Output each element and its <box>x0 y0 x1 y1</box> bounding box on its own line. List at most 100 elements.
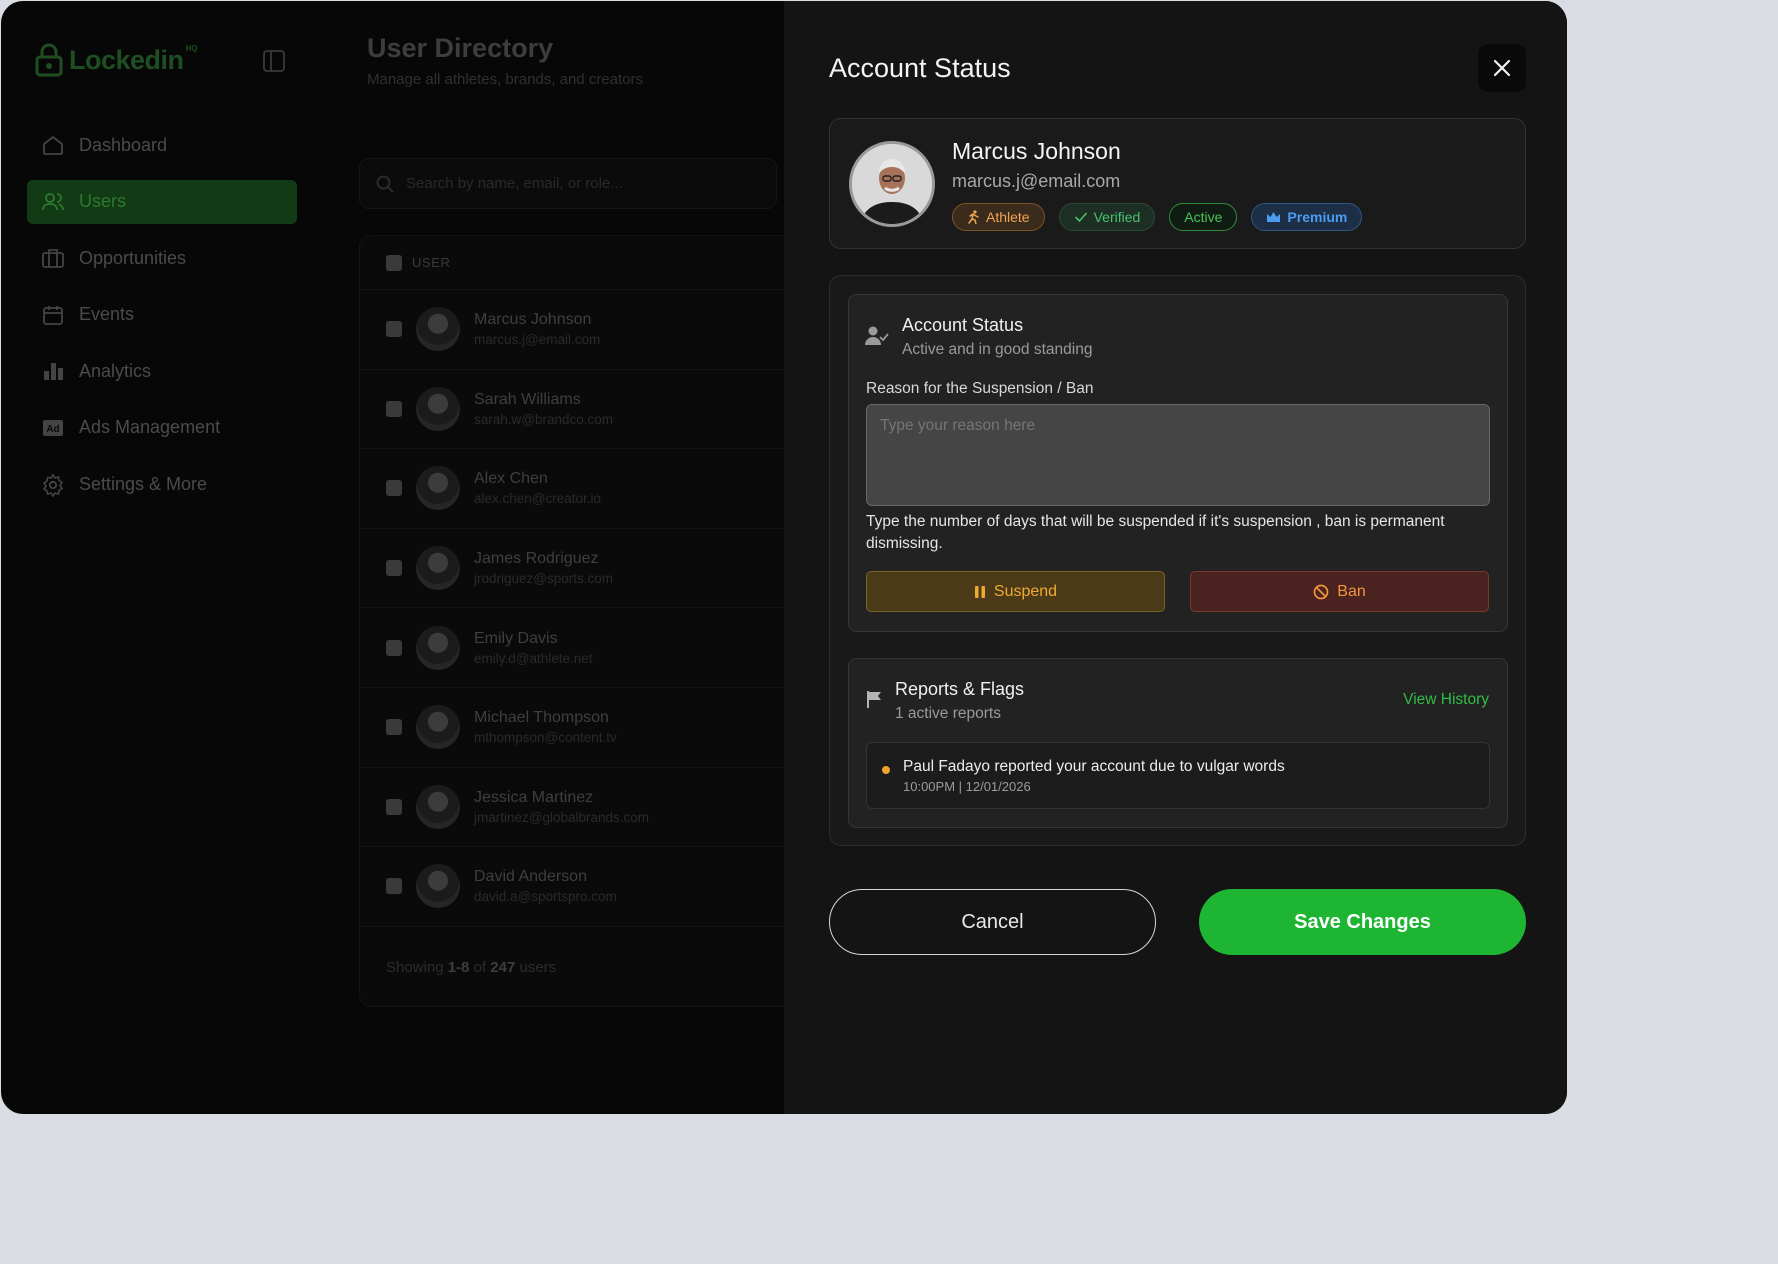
sidebar-item-ads-management[interactable]: Ad Ads Management <box>27 406 297 450</box>
sidebar-item-dashboard[interactable]: Dashboard <box>27 123 297 167</box>
reports-count: 1 active reports <box>895 705 1001 722</box>
avatar <box>416 307 460 352</box>
row-checkbox[interactable] <box>386 321 402 338</box>
avatar <box>416 625 460 670</box>
sidebar-item-settings[interactable]: Settings & More <box>27 463 297 507</box>
role-badge: Athlete <box>952 203 1045 231</box>
row-checkbox[interactable] <box>386 400 402 417</box>
sidebar-item-label: Opportunities <box>79 247 187 268</box>
gear-icon <box>42 473 64 497</box>
table-row[interactable]: Alex Chen alex.chen@creator.io <box>360 449 798 529</box>
user-email: emily.d@athlete.net <box>474 650 593 666</box>
premium-badge: Premium <box>1251 203 1363 231</box>
sidebar-toggle-button[interactable] <box>263 50 285 72</box>
ad-icon: Ad <box>43 419 63 436</box>
close-icon <box>1493 59 1511 77</box>
suspend-button[interactable]: Suspend <box>866 571 1165 612</box>
panel-title: Account Status <box>829 53 1011 83</box>
section-subtitle: Active and in good standing <box>902 341 1093 358</box>
avatar <box>416 864 460 909</box>
sidebar-item-label: Events <box>79 304 135 325</box>
logo-text: Lockedin <box>69 44 184 75</box>
report-timestamp: 10:00PM | 12/01/2026 <box>903 779 1031 794</box>
ban-button[interactable]: Ban <box>1190 571 1489 612</box>
row-checkbox[interactable] <box>386 639 402 656</box>
user-name: Alex Chen <box>474 470 548 488</box>
table-row[interactable]: Sarah Williams sarah.w@brandco.com <box>360 370 798 450</box>
row-checkbox[interactable] <box>386 560 402 577</box>
sidebar: Lockedin HQ Dashboard Users Opportunitie… <box>1 1 321 1114</box>
save-changes-button[interactable]: Save Changes <box>1199 889 1526 955</box>
user-email: marcus.j@email.com <box>952 171 1121 191</box>
user-name: David Anderson <box>474 868 587 886</box>
table-row[interactable]: David Anderson david.a@sportspro.com <box>360 847 798 927</box>
pagination-prefix: Showing <box>386 959 444 976</box>
avatar <box>416 784 460 829</box>
status-details-container: Account Status Active and in good standi… <box>829 275 1526 846</box>
sidebar-item-events[interactable]: Events <box>27 293 297 337</box>
table-row[interactable]: Emily Davis emily.d@athlete.net <box>360 608 798 688</box>
logo: Lockedin HQ <box>35 43 202 77</box>
reason-hint: Type the number of days that will be sus… <box>866 513 1445 552</box>
verified-badge-label: Verified <box>1093 209 1141 225</box>
user-check-icon <box>865 325 889 352</box>
reports-section: Reports & Flags 1 active reports View Hi… <box>848 658 1508 828</box>
row-checkbox[interactable] <box>386 480 402 497</box>
premium-badge-label: Premium <box>1287 209 1348 225</box>
home-icon <box>43 135 63 155</box>
row-checkbox[interactable] <box>386 719 402 736</box>
sidebar-item-opportunities[interactable]: Opportunities <box>27 236 297 280</box>
reason-textarea[interactable] <box>866 404 1490 506</box>
pagination-range: 1-8 <box>447 959 470 976</box>
row-checkbox[interactable] <box>386 798 402 815</box>
user-name: Marcus Johnson <box>952 138 1121 164</box>
user-name: Marcus Johnson <box>474 311 592 329</box>
user-email: mthompson@content.tv <box>474 730 617 746</box>
sidebar-item-label: Analytics <box>79 360 152 381</box>
close-button[interactable] <box>1478 44 1526 92</box>
avatar <box>849 141 935 227</box>
table-row[interactable]: Marcus Johnson marcus.j@email.com <box>360 290 798 370</box>
logo-superscript: HQ <box>185 43 198 53</box>
table-row[interactable]: Jessica Martinez jmartinez@globalbrands.c… <box>360 768 798 848</box>
user-name: Jessica Martinez <box>474 788 594 806</box>
users-icon <box>42 192 64 210</box>
column-header-user: USER <box>412 255 451 270</box>
table-row[interactable]: James Rodriguez jrodriguez@sports.com <box>360 529 798 609</box>
sidebar-item-label: Ads Management <box>79 417 221 438</box>
account-status-section: Account Status Active and in good standi… <box>848 294 1508 632</box>
flag-icon <box>866 690 884 713</box>
user-email: david.a@sportspro.com <box>474 889 617 905</box>
user-name: Michael Thompson <box>474 709 609 727</box>
report-text: Paul Fadayo reported your account due to… <box>903 758 1285 775</box>
suspend-button-label: Suspend <box>993 582 1058 600</box>
view-history-link[interactable]: View History <box>1403 691 1489 709</box>
briefcase-icon <box>42 249 64 269</box>
ban-icon <box>1313 584 1329 599</box>
user-table: USER Marcus Johnson marcus.j@email.com Sa… <box>359 235 799 1007</box>
search-input[interactable]: Search by name, email, or role... <box>359 158 777 209</box>
sidebar-item-analytics[interactable]: Analytics <box>27 349 297 393</box>
sidebar-nav: Dashboard Users Opportunities Events Ana… <box>27 123 297 519</box>
ban-button-label: Ban <box>1337 582 1366 600</box>
user-name: James Rodriguez <box>474 550 599 568</box>
select-all-checkbox[interactable] <box>386 254 402 271</box>
user-summary-card: Marcus Johnson marcus.j@email.com Athlet… <box>829 118 1526 249</box>
user-badges: Athlete Verified Active Premium <box>952 203 1363 231</box>
table-header: USER <box>360 236 798 290</box>
sidebar-item-label: Settings & More <box>79 474 208 495</box>
status-badge-label: Active <box>1184 209 1223 225</box>
lock-logo-icon <box>35 43 63 77</box>
user-name: Sarah Williams <box>474 390 581 408</box>
row-checkbox[interactable] <box>386 878 402 895</box>
page-title: User Directory <box>367 33 554 63</box>
user-name: Emily Davis <box>474 629 558 647</box>
section-title: Account Status <box>902 315 1024 335</box>
cancel-button[interactable]: Cancel <box>829 889 1156 955</box>
table-row[interactable]: Michael Thompson mthompson@content.tv <box>360 688 798 768</box>
sidebar-item-users[interactable]: Users <box>27 179 297 224</box>
user-email: sarah.w@brandco.com <box>474 411 614 427</box>
app-window: Lockedin HQ Dashboard Users Opportunitie… <box>1 1 1567 1114</box>
user-email: jmartinez@globalbrands.com <box>474 809 650 825</box>
user-email: alex.chen@creator.io <box>474 491 602 507</box>
